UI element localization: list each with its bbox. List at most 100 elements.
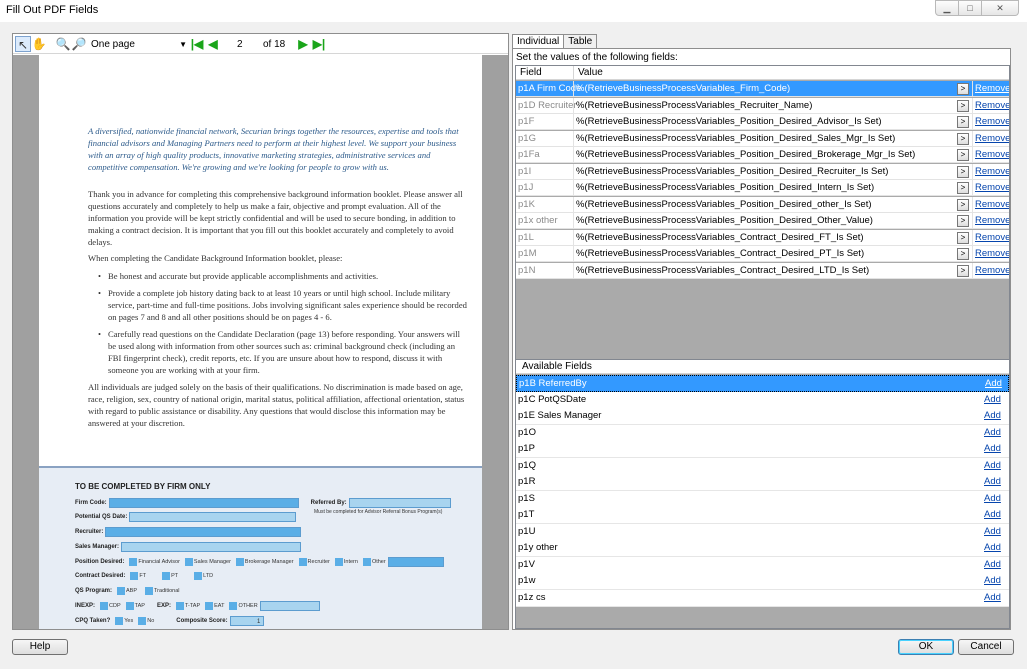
- checkbox[interactable]: [298, 558, 307, 566]
- ellipsis-button[interactable]: >: [957, 83, 969, 95]
- list-item[interactable]: p1E Sales Manager Add: [516, 408, 1009, 425]
- remove-link[interactable]: Remove: [975, 166, 1009, 177]
- list-item[interactable]: p1C PotQSDate Add: [516, 391, 1009, 409]
- zoom-out-icon[interactable]: 🔎: [71, 36, 87, 52]
- add-link[interactable]: Add: [984, 592, 1001, 603]
- add-link[interactable]: Add: [984, 493, 1001, 504]
- list-item[interactable]: p1U Add: [516, 523, 1009, 541]
- checkbox[interactable]: [115, 617, 124, 625]
- checkbox[interactable]: [194, 572, 203, 580]
- add-link[interactable]: Add: [984, 427, 1001, 438]
- other-position-field[interactable]: [387, 557, 444, 567]
- table-row[interactable]: p1A Firm Code %(RetrieveBusinessProcessVa…: [516, 81, 1009, 97]
- checkbox[interactable]: [100, 602, 109, 610]
- field-value[interactable]: %(RetrieveBusinessProcessVariables_Contr…: [576, 265, 869, 276]
- list-item[interactable]: p1T Add: [516, 507, 1009, 524]
- checkbox[interactable]: [145, 587, 154, 595]
- tab-table[interactable]: Table: [563, 34, 598, 49]
- remove-link[interactable]: Remove: [975, 149, 1009, 160]
- ellipsis-button[interactable]: >: [957, 215, 969, 227]
- checkbox[interactable]: [138, 617, 147, 625]
- add-link[interactable]: Add: [984, 542, 1001, 553]
- remove-link[interactable]: Remove: [975, 199, 1009, 210]
- ellipsis-button[interactable]: >: [957, 132, 969, 145]
- add-link[interactable]: Add: [984, 559, 1001, 570]
- remove-link[interactable]: Remove: [975, 116, 1009, 127]
- ellipsis-button[interactable]: >: [957, 231, 969, 244]
- remove-link[interactable]: Remove: [975, 215, 1009, 226]
- list-item[interactable]: p1Q Add: [516, 457, 1009, 475]
- minimize-icon[interactable]: ▁: [935, 0, 959, 16]
- add-link[interactable]: Add: [984, 443, 1001, 454]
- table-row[interactable]: p1N %(RetrieveBusinessProcessVariables_Co…: [516, 262, 1009, 279]
- add-link[interactable]: Add: [984, 526, 1001, 537]
- help-button[interactable]: Help: [12, 639, 68, 655]
- cancel-button[interactable]: Cancel: [958, 639, 1014, 655]
- zoom-mode-dropdown[interactable]: One page ▼: [91, 36, 187, 52]
- firm-code-field[interactable]: [108, 498, 299, 508]
- list-item[interactable]: p1z cs Add: [516, 589, 1009, 607]
- add-link[interactable]: Add: [985, 378, 1002, 389]
- field-value[interactable]: %(RetrieveBusinessProcessVariables_Recru…: [576, 100, 812, 111]
- ok-button[interactable]: OK: [898, 639, 954, 655]
- table-row[interactable]: p1K %(RetrieveBusinessProcessVariables_Po…: [516, 196, 1009, 213]
- close-icon[interactable]: ✕: [981, 0, 1019, 16]
- value-column-header[interactable]: Value: [578, 67, 603, 78]
- ellipsis-button[interactable]: >: [957, 264, 969, 277]
- table-row[interactable]: p1x other %(RetrieveBusinessProcessVariab…: [516, 213, 1009, 229]
- ellipsis-button[interactable]: >: [957, 248, 969, 260]
- list-item[interactable]: p1P Add: [516, 441, 1009, 458]
- checkbox[interactable]: [362, 558, 371, 566]
- field-value[interactable]: %(RetrieveBusinessProcessVariables_Posit…: [576, 199, 872, 210]
- last-page-icon[interactable]: ▶|: [311, 36, 327, 52]
- field-value[interactable]: %(RetrieveBusinessProcessVariables_Contr…: [576, 248, 864, 259]
- add-link[interactable]: Add: [984, 410, 1001, 421]
- table-row[interactable]: p1D Recruiter %(RetrieveBusinessProcessVa…: [516, 97, 1009, 114]
- first-page-icon[interactable]: |◀: [189, 36, 205, 52]
- list-item[interactable]: p1B ReferredBy Add: [516, 375, 1009, 392]
- potential-qs-field[interactable]: [129, 512, 297, 522]
- field-value[interactable]: %(RetrieveBusinessProcessVariables_Posit…: [576, 215, 873, 226]
- remove-link[interactable]: Remove: [975, 100, 1009, 111]
- field-value[interactable]: %(RetrieveBusinessProcessVariables_Contr…: [576, 232, 864, 243]
- hand-tool-icon[interactable]: ✋: [31, 36, 47, 52]
- recruiter-field[interactable]: [105, 527, 302, 537]
- checkbox[interactable]: [130, 572, 139, 580]
- checkbox[interactable]: [125, 602, 134, 610]
- remove-link[interactable]: Remove: [975, 182, 1009, 193]
- remove-link[interactable]: Remove: [975, 248, 1009, 259]
- table-row[interactable]: p1I %(RetrieveBusinessProcessVariables_Po…: [516, 163, 1009, 180]
- field-value[interactable]: %(RetrieveBusinessProcessVariables_Posit…: [576, 133, 895, 144]
- remove-link[interactable]: Remove: [975, 265, 1009, 276]
- checkbox[interactable]: [184, 558, 193, 566]
- list-item[interactable]: p1V Add: [516, 556, 1009, 574]
- add-link[interactable]: Add: [984, 460, 1001, 471]
- checkbox[interactable]: [175, 602, 184, 610]
- ellipsis-button[interactable]: >: [957, 149, 969, 161]
- add-link[interactable]: Add: [984, 476, 1001, 487]
- page-number-input[interactable]: 2: [237, 39, 243, 50]
- select-arrow-icon[interactable]: ↖: [15, 36, 31, 52]
- zoom-in-icon[interactable]: 🔍: [55, 36, 71, 52]
- checkbox[interactable]: [117, 587, 126, 595]
- field-value[interactable]: %(RetrieveBusinessProcessVariables_Firm_…: [576, 83, 790, 94]
- table-row[interactable]: p1J %(RetrieveBusinessProcessVariables_Po…: [516, 180, 1009, 196]
- checkbox[interactable]: [334, 558, 343, 566]
- ellipsis-button[interactable]: >: [957, 182, 969, 194]
- checkbox[interactable]: [235, 558, 244, 566]
- previous-page-icon[interactable]: ◀: [205, 36, 221, 52]
- remove-link[interactable]: Remove: [975, 133, 1009, 144]
- field-value[interactable]: %(RetrieveBusinessProcessVariables_Posit…: [576, 166, 888, 177]
- checkbox[interactable]: [129, 558, 138, 566]
- list-item[interactable]: p1R Add: [516, 474, 1009, 491]
- ellipsis-button[interactable]: >: [957, 116, 969, 128]
- table-row[interactable]: p1L %(RetrieveBusinessProcessVariables_Co…: [516, 229, 1009, 246]
- checkbox[interactable]: [229, 602, 238, 610]
- field-value[interactable]: %(RetrieveBusinessProcessVariables_Posit…: [576, 182, 874, 193]
- table-row[interactable]: p1F %(RetrieveBusinessProcessVariables_Po…: [516, 114, 1009, 130]
- table-row[interactable]: p1M %(RetrieveBusinessProcessVariables_Co…: [516, 246, 1009, 262]
- table-row[interactable]: p1G %(RetrieveBusinessProcessVariables_Po…: [516, 130, 1009, 147]
- maximize-icon[interactable]: □: [958, 0, 982, 16]
- list-item[interactable]: p1w Add: [516, 573, 1009, 590]
- referred-by-field[interactable]: [348, 498, 451, 508]
